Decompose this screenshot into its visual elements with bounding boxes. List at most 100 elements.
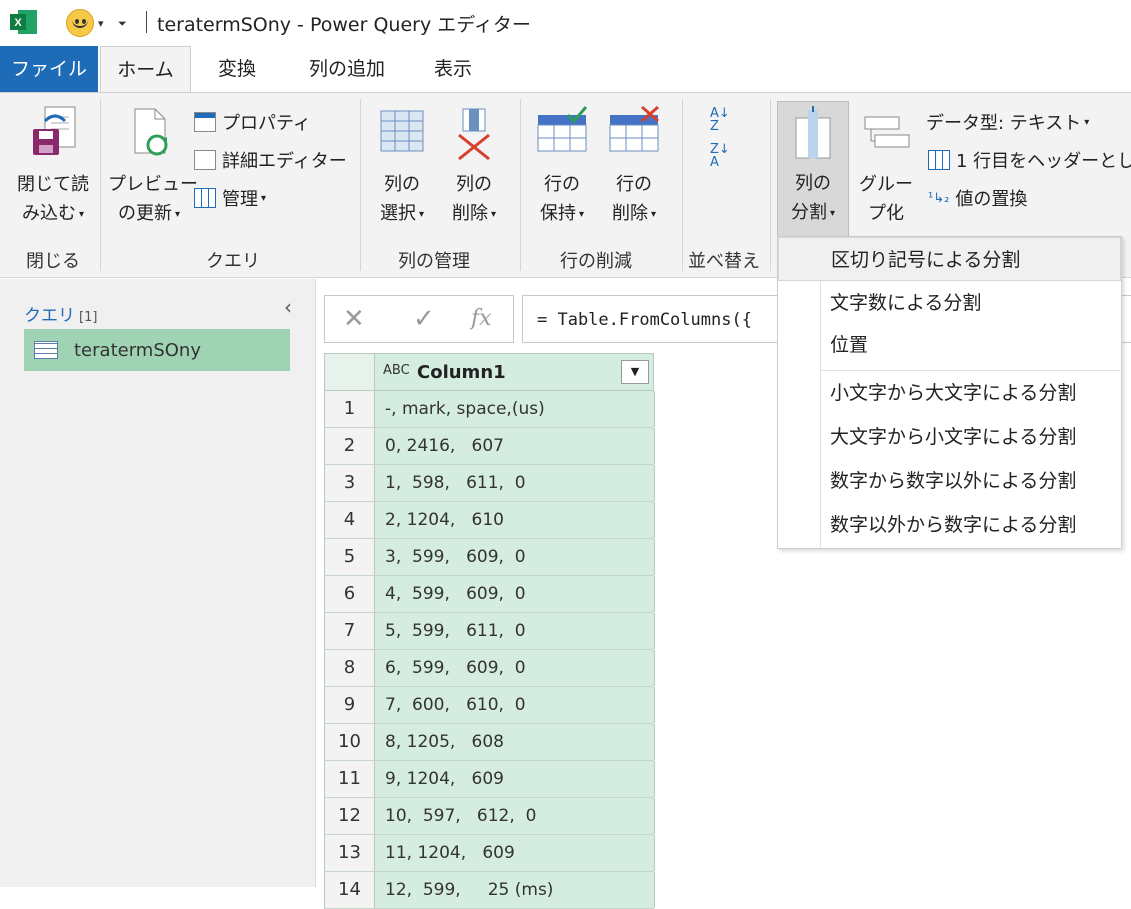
table-row[interactable]: 1 -, mark, space,(us) [324,391,655,428]
table-row[interactable]: 4 2, 1204, 610 [324,502,655,539]
row-number[interactable]: 3 [325,465,375,501]
collapse-pane-icon[interactable]: ‹ [284,295,292,319]
query-item[interactable]: teratermSOny [24,329,290,371]
table-cell[interactable]: 12, 599, 25 (ms) [375,872,655,908]
row-number[interactable]: 11 [325,761,375,797]
group-label-columns: 列の管理 [398,251,470,272]
remove-rows-button[interactable]: 行の 削除 ▾ [602,105,666,229]
svg-text:X: X [14,17,22,29]
table-cell[interactable]: 0, 2416, 607 [375,428,655,464]
row-number[interactable]: 10 [325,724,375,760]
sort-descending-icon: Z↓ A [710,142,730,170]
row-number[interactable]: 7 [325,613,375,649]
remove-rows-label1: 行の [616,174,652,195]
properties-button[interactable]: プロパティ [194,109,311,135]
menu-item-split-by-delimiter[interactable]: 区切り記号による分割 [778,237,1121,281]
group-by-label1: グルー [859,174,913,195]
sort-descending-button[interactable]: Z↓ A [710,143,730,169]
table-cell[interactable]: 8, 1205, 608 [375,724,655,760]
chevron-down-icon: ▾ [650,208,657,220]
group-by-icon [864,116,910,148]
table-row[interactable]: 14 12, 599, 25 (ms) [324,872,655,909]
chevron-down-icon: ▾ [1084,116,1090,128]
table-cell[interactable]: -, mark, space,(us) [375,391,655,427]
row-number[interactable]: 1 [325,391,375,427]
table-cell[interactable]: 10, 597, 612, 0 [375,798,655,834]
title-separator [146,11,147,33]
split-column-button[interactable]: 列の 分割 ▾ [777,101,849,237]
menu-item-split-by-chars[interactable]: 文字数による分割 [778,281,1121,325]
tab-view[interactable]: 表示 [420,46,486,92]
column-name: Column1 [417,362,506,383]
refresh-label2: の更新 [117,203,172,224]
table-row[interactable]: 5 3, 599, 609, 0 [324,539,655,576]
chevron-down-icon[interactable]: ▾ [98,17,104,30]
group-separator [360,99,361,271]
row-number[interactable]: 9 [325,687,375,723]
close-load-label1: 閉じて読 [17,174,89,195]
table-row[interactable]: 10 8, 1205, 608 [324,724,655,761]
column-header[interactable]: ABC Column1 ▼ [324,353,654,391]
customize-qat-icon[interactable]: ⏷ [118,17,127,31]
tab-add-column[interactable]: 列の追加 [292,46,402,92]
row-number[interactable]: 13 [325,835,375,871]
row-number[interactable]: 2 [325,428,375,464]
table-row[interactable]: 8 6, 599, 609, 0 [324,650,655,687]
menu-item-nondigit-to-digit[interactable]: 数字以外から数字による分割 [778,503,1121,547]
table-row[interactable]: 7 5, 599, 611, 0 [324,613,655,650]
table-cell[interactable]: 3, 599, 609, 0 [375,539,655,575]
keep-rows-button[interactable]: 行の 保持 ▾ [530,105,594,229]
sort-ascending-button[interactable]: A↓ Z [710,107,730,133]
table-cell[interactable]: 2, 1204, 610 [375,502,655,538]
menu-item-upper-to-lower[interactable]: 大文字から小文字による分割 [778,415,1121,459]
group-label-query: クエリ [206,251,260,272]
type-text-icon[interactable]: ABC [383,363,410,378]
menu-item-split-by-position[interactable]: 位置 [778,323,1121,367]
table-row[interactable]: 3 1, 598, 611, 0 [324,465,655,502]
group-by-button[interactable]: グルー プ化 [856,105,916,228]
table-row[interactable]: 12 10, 597, 612, 0 [324,798,655,835]
tab-home[interactable]: ホーム [100,46,191,92]
tab-file[interactable]: ファイル [0,46,98,92]
confirm-icon[interactable]: ✓ [413,304,435,334]
table-cell[interactable]: 5, 599, 611, 0 [375,613,655,649]
filter-dropdown-icon[interactable]: ▼ [621,360,649,384]
menu-item-lower-to-upper[interactable]: 小文字から大文字による分割 [778,371,1121,415]
table-row[interactable]: 13 11, 1204, 609 [324,835,655,872]
table-menu-icon[interactable] [325,354,375,390]
split-column-menu: 区切り記号による分割 文字数による分割 位置 小文字から大文字による分割 大文字… [777,236,1122,549]
window-title: teratermSOny - Power Query エディター [157,14,531,36]
use-first-row-header-button[interactable]: 1 行目をヘッダーとして [928,147,1131,173]
cancel-icon[interactable]: ✕ [343,304,365,334]
queries-count: [1] [79,310,98,325]
close-and-load-button[interactable]: 閉じて読 み込む ▾ [12,105,94,229]
table-cell[interactable]: 11, 1204, 609 [375,835,655,871]
row-number[interactable]: 4 [325,502,375,538]
advanced-editor-button[interactable]: 詳細エディター [194,147,347,173]
table-cell[interactable]: 4, 599, 609, 0 [375,576,655,612]
refresh-preview-button[interactable]: プレビュー の更新 ▾ [108,105,198,229]
choose-columns-button[interactable]: 列の 選択 ▾ [370,105,434,229]
row-number[interactable]: 12 [325,798,375,834]
manage-button[interactable]: 管理 ▾ [194,185,266,211]
table-row[interactable]: 6 4, 599, 609, 0 [324,576,655,613]
table-row[interactable]: 2 0, 2416, 607 [324,428,655,465]
row-number[interactable]: 6 [325,576,375,612]
table-cell[interactable]: 6, 599, 609, 0 [375,650,655,686]
row-number[interactable]: 14 [325,872,375,908]
remove-columns-button[interactable]: 列の 削除 ▾ [442,105,506,229]
row-number[interactable]: 5 [325,539,375,575]
table-row[interactable]: 9 7, 600, 610, 0 [324,687,655,724]
tab-transform[interactable]: 変換 [204,46,270,92]
data-type-dropdown[interactable]: データ型: テキスト ▾ [926,109,1089,135]
menu-item-digit-to-nondigit[interactable]: 数字から数字以外による分割 [778,459,1121,503]
table-cell[interactable]: 9, 1204, 609 [375,761,655,797]
replace-values-button[interactable]: ¹↳₂ 値の置換 [928,185,1027,211]
table-row[interactable]: 11 9, 1204, 609 [324,761,655,798]
table-cell[interactable]: 7, 600, 610, 0 [375,687,655,723]
table-cell[interactable]: 1, 598, 611, 0 [375,465,655,501]
row-number[interactable]: 8 [325,650,375,686]
group-label-close: 閉じる [26,251,80,272]
choose-columns-label1: 列の [384,174,420,195]
fx-icon[interactable]: fx [471,306,492,331]
